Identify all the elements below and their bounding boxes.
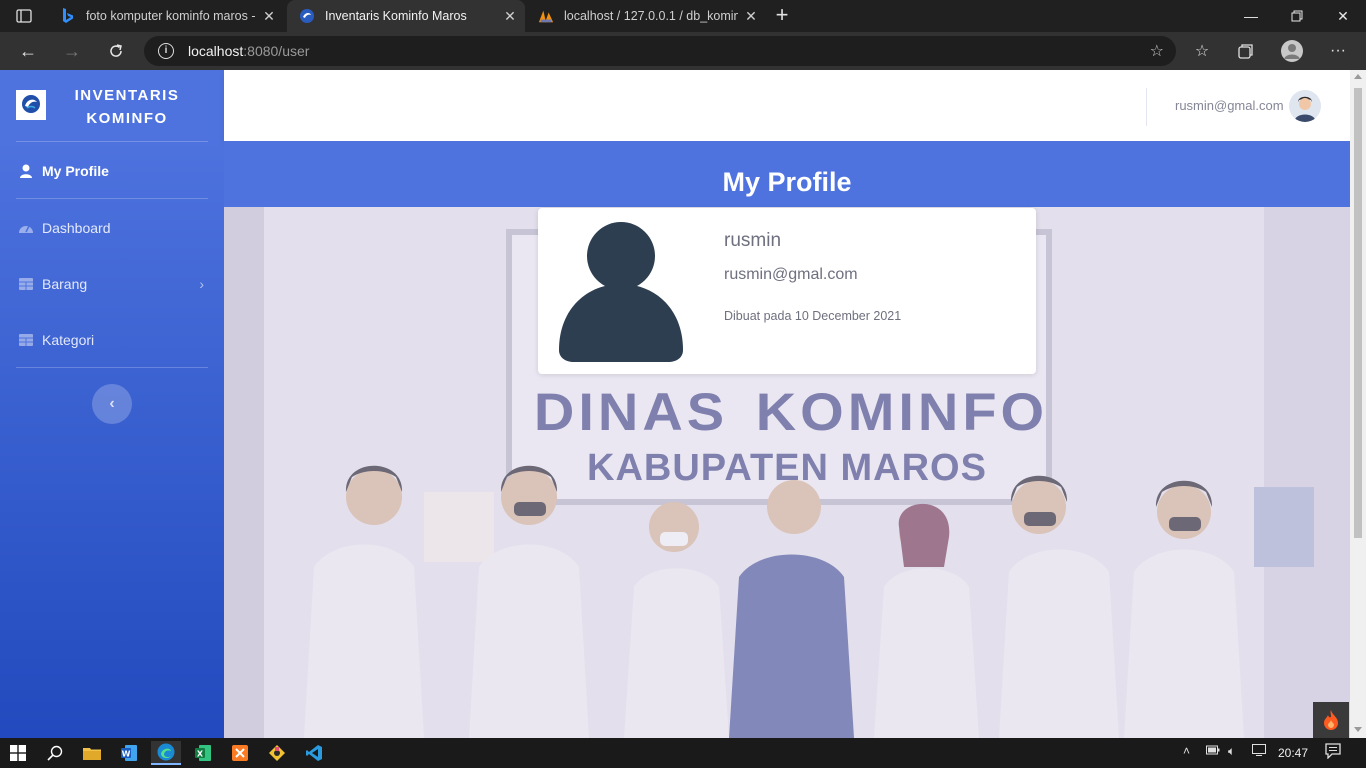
sidebar-toggle-button[interactable]: ‹	[92, 384, 132, 424]
sidebar-brand[interactable]: INVENTARIS KOMINFO	[0, 70, 224, 140]
more-menu-icon[interactable]: ···	[1327, 40, 1349, 62]
table-icon	[18, 276, 34, 292]
battery-icon[interactable]	[1206, 744, 1220, 758]
search-icon[interactable]	[40, 741, 70, 765]
git-kraken-icon[interactable]	[262, 741, 292, 765]
network-icon[interactable]	[1252, 744, 1268, 759]
sidebar-divider	[16, 367, 208, 368]
chevron-up-icon[interactable]: ˄	[1183, 744, 1190, 758]
tab-title: Inventaris Kominfo Maros	[325, 9, 467, 23]
browser-tab-bar: foto komputer kominfo maros - ✕ Inventar…	[0, 0, 1366, 32]
brand-line-2: KOMINFO	[86, 110, 168, 127]
chevron-right-icon: ›	[199, 276, 204, 292]
profile-name: rusmin	[724, 230, 782, 251]
profile-email: rusmin@gmal.com	[724, 266, 858, 283]
site-info-icon[interactable]: i	[158, 43, 174, 59]
sidebar-item-barang[interactable]: Barang ›	[0, 257, 224, 311]
tab-close-icon[interactable]: ✕	[262, 9, 276, 23]
fire-icon[interactable]	[1313, 702, 1349, 738]
xampp-icon[interactable]	[225, 741, 255, 765]
page-title: My Profile	[722, 167, 852, 197]
scroll-down-icon[interactable]	[1354, 727, 1362, 732]
user-icon	[18, 163, 34, 179]
excel-icon[interactable]: X	[188, 741, 218, 765]
add-favorite-icon[interactable]: ☆	[1150, 41, 1164, 61]
tab-title: foto komputer kominfo maros -	[86, 9, 256, 23]
brand-name: INVENTARIS KOMINFO	[60, 84, 194, 130]
word-icon[interactable]: W	[114, 741, 144, 765]
topbar-user-email[interactable]: rusmin@gmal.com	[1175, 98, 1284, 113]
topbar: rusmin@gmal.com	[224, 70, 1350, 141]
address-bar: ← → i localhost:8080/user ☆ ☆ ···	[0, 32, 1366, 70]
tab-title: localhost / 127.0.0.1 / db_kominf	[564, 9, 738, 23]
url-field[interactable]: i localhost:8080/user ☆	[144, 36, 1176, 66]
vscode-icon[interactable]	[299, 741, 329, 765]
refresh-icon[interactable]	[103, 39, 129, 63]
bing-icon	[60, 8, 76, 24]
app-favicon	[299, 8, 315, 24]
favorites-icon[interactable]: ☆	[1191, 40, 1213, 62]
windows-start-icon[interactable]	[3, 741, 33, 765]
minimize-icon[interactable]: —	[1228, 0, 1274, 32]
scrollbar-thumb[interactable]	[1354, 88, 1362, 538]
tab-actions-menu-icon[interactable]	[8, 5, 40, 27]
tachometer-icon	[18, 220, 34, 236]
notifications-icon[interactable]	[1325, 743, 1341, 762]
profile-created-date: Dibuat pada 10 December 2021	[724, 309, 902, 323]
kominfo-logo-icon	[16, 90, 46, 120]
restore-icon[interactable]	[1274, 0, 1320, 32]
sidebar-item-label: Kategori	[42, 332, 95, 348]
scroll-up-icon[interactable]	[1354, 74, 1362, 79]
sidebar-item-dashboard[interactable]: Dashboard	[0, 201, 224, 255]
sidebar-item-label: Barang	[42, 276, 88, 292]
sidebar-item-label: Dashboard	[42, 220, 111, 236]
sidebar-divider	[16, 141, 208, 142]
phpmyadmin-icon	[538, 8, 554, 24]
windows-taskbar: W X ˄ 🔈︎ 20:47	[0, 738, 1366, 768]
topbar-divider	[1146, 88, 1147, 126]
table-icon	[18, 332, 34, 348]
brand-line-1: INVENTARIS	[74, 87, 180, 104]
svg-text:X: X	[197, 750, 204, 759]
tab-close-icon[interactable]: ✕	[744, 9, 758, 23]
user-avatar[interactable]	[1289, 90, 1321, 122]
sidebar-item-label: My Profile	[42, 163, 109, 179]
profile-card: rusmin rusmin@gmal.com Dibuat pada 10 De…	[538, 208, 1036, 374]
sidebar: INVENTARIS KOMINFO My Profile Dashboard …	[0, 70, 224, 738]
sidebar-item-kategori[interactable]: Kategori	[0, 313, 224, 367]
sidebar-divider	[16, 198, 208, 199]
back-icon[interactable]: ←	[15, 39, 41, 63]
collections-icon[interactable]	[1235, 40, 1257, 62]
svg-text:W: W	[122, 750, 131, 759]
profile-avatar-icon	[558, 220, 684, 362]
new-tab-icon[interactable]: +	[770, 4, 794, 28]
profile-avatar-icon[interactable]	[1281, 40, 1303, 62]
file-explorer-icon[interactable]	[77, 741, 107, 765]
tab-inventaris-kominfo[interactable]: Inventaris Kominfo Maros ✕	[287, 0, 525, 32]
taskbar-clock[interactable]: 20:47	[1278, 746, 1308, 760]
forward-icon[interactable]: →	[59, 39, 85, 63]
web-page: INVENTARIS KOMINFO My Profile Dashboard …	[0, 70, 1366, 738]
edge-browser-icon[interactable]	[151, 741, 181, 765]
page-scrollbar[interactable]	[1350, 70, 1366, 738]
url-text: localhost:8080/user	[188, 43, 310, 59]
tab-close-icon[interactable]: ✕	[503, 9, 517, 23]
volume-icon[interactable]: 🔈︎	[1228, 744, 1235, 759]
tab-bing-search[interactable]: foto komputer kominfo maros - ✕	[48, 0, 284, 32]
close-window-icon[interactable]: ✕	[1320, 0, 1366, 32]
sidebar-item-my-profile[interactable]: My Profile	[0, 144, 224, 198]
tab-phpmyadmin[interactable]: localhost / 127.0.0.1 / db_kominf ✕	[526, 0, 766, 32]
